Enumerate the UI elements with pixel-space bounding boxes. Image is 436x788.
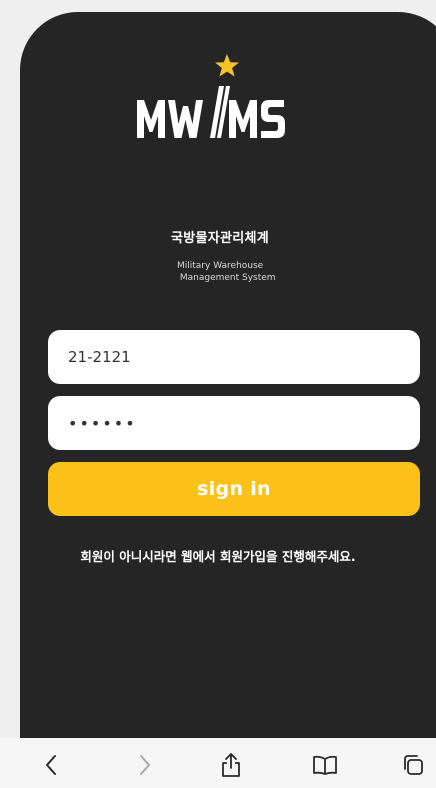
signup-notice: 회원이 아니시라면 웹에서 회원가입을 진행해주세요. <box>80 549 356 564</box>
system-title: 국방물자관리체계 <box>170 231 270 246</box>
forward-icon[interactable] <box>132 752 158 778</box>
id-input[interactable]: 21-2121 <box>48 330 420 384</box>
mwms-logo-graphic <box>137 54 285 138</box>
system-subtitle: Military Warehouse Management System <box>177 261 276 283</box>
signin-button[interactable]: sign in <box>48 462 420 516</box>
back-icon[interactable] <box>38 752 64 778</box>
share-icon[interactable] <box>218 752 244 778</box>
password-input[interactable]: •••••• <box>48 396 420 450</box>
bookmarks-icon[interactable] <box>312 752 338 778</box>
tabs-icon[interactable] <box>400 752 426 778</box>
screen: 국방물자관리체계 Military Warehouse Management S… <box>0 0 436 788</box>
star-icon <box>215 54 239 77</box>
browser-toolbar <box>0 738 436 788</box>
app-logo <box>133 50 313 150</box>
login-screen: 국방물자관리체계 Military Warehouse Management S… <box>20 12 436 788</box>
